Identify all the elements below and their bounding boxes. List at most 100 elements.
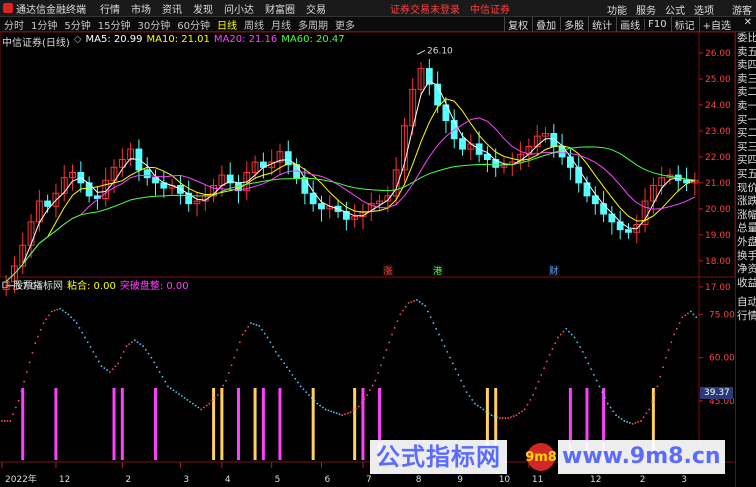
tool-multi-stock[interactable]: 多股 [560,17,587,32]
sidebar-bid-ratio[interactable]: 委比 [736,32,756,46]
indicator-dot [59,307,61,310]
indicator-dot [172,389,175,392]
sidebar-turnover[interactable]: 换手 [736,250,756,264]
indicator-dot [122,350,125,353]
indicator-dot [407,301,410,304]
period-1min[interactable]: 1分钟 [31,17,57,32]
chart-canvas[interactable]: 26.00 25.00 24.00 23.00 22.00 21.00 20.00 19.00… [0,32,735,487]
tool-overlay[interactable]: 叠加 [532,17,559,32]
price-tick-label: 25.00 [705,75,731,85]
indicator-dot [274,350,277,353]
signal-bar [253,388,257,460]
ma10-label: MA10: 21.01 [146,34,210,45]
menu-function[interactable]: 功能 [607,2,627,17]
sidebar-net-assets[interactable]: 净资 [736,263,756,277]
period-30min[interactable]: 30分钟 [137,17,170,32]
candle-body [459,138,466,150]
ma60-label: MA60: 20.47 [281,34,345,45]
tool-f10[interactable]: F10 [644,19,669,30]
sidebar-change-pct[interactable]: 涨幅 [736,209,756,223]
sidebar-auto[interactable]: 自动 [736,296,756,310]
indicator-dot [261,328,263,331]
price-tick-label: 21.00 [705,179,731,189]
sidebar-outer[interactable]: 外盘 [736,236,756,250]
menu-discover[interactable]: 发现 [193,1,213,16]
menu-market[interactable]: 市场 [131,1,151,16]
indicator-name[interactable]: 股票指标网 [13,277,63,292]
menu-guest[interactable]: 游客 [732,2,752,17]
period-multi[interactable]: 多周期 [298,17,328,32]
menu-service[interactable]: 服务 [636,2,656,17]
menu-trade[interactable]: 交易 [306,1,326,16]
menu-wealth[interactable]: 财富圈 [265,1,295,16]
broker-link[interactable]: 中信证券 [470,1,510,16]
quote-sidebar: 委比 卖五 卖四 卖三 卖二 卖一 买一 买二 买三 买四 买五 现价 涨跌 涨… [735,32,756,487]
indicator-dot [81,331,84,334]
sidebar-eps[interactable]: 收益 [736,277,756,291]
indicator-dot [446,350,449,353]
indicator-dot [233,356,236,359]
sidebar-ask5[interactable]: 卖五 [736,46,756,60]
indicator-dot [34,342,37,345]
sidebar-bid1[interactable]: 买一 [736,114,756,128]
price-tick-label: 22.00 [705,153,731,163]
menu-options[interactable]: 选项 [694,2,714,17]
menu-news[interactable]: 资讯 [162,1,182,16]
period-15min[interactable]: 15分钟 [98,17,131,32]
menu-ask[interactable]: 问小达 [224,1,254,16]
indicator-dot [48,314,50,317]
sidebar-ask2[interactable]: 卖二 [736,86,756,100]
sidebar-bid4[interactable]: 买四 [736,154,756,168]
menu-market-quote[interactable]: 行情 [100,1,120,16]
candle-body [434,83,442,106]
sidebar-bid2[interactable]: 买二 [736,127,756,141]
period-month[interactable]: 月线 [271,17,291,32]
tool-statistics[interactable]: 统计 [588,17,615,32]
sidebar-change[interactable]: 涨跌 [736,195,756,209]
indicator-dot [393,326,396,329]
indicator-dot [14,406,17,409]
indicator-dot [366,394,368,396]
menu-formula[interactable]: 公式 [665,2,685,17]
period-week[interactable]: 周线 [244,17,264,32]
indicator-toggle-icon[interactable] [2,281,8,288]
indicator-dot [667,349,670,351]
period-60min[interactable]: 60分钟 [177,17,210,32]
indicator-dot [377,372,380,374]
indicator-dot [244,329,247,332]
chart-tools: 复权 叠加 多股 统计 画线 F10 标记 +自选 [503,17,734,32]
sidebar-ask3[interactable]: 卖三 [736,73,756,87]
indicator-dot [144,349,147,351]
sidebar-volume[interactable]: 总量 [736,222,756,236]
period-more[interactable]: 更多 [335,17,355,32]
indicator-dot [17,399,20,402]
price-tick-label: 18.00 [705,257,731,267]
tool-adjust[interactable]: 复权 [504,17,531,32]
sidebar-price[interactable]: 现价 [736,182,756,196]
sidebar-bid5[interactable]: 买五 [736,168,756,182]
indicator-dot [28,361,31,364]
time-tick-label: 2022年 [5,473,37,485]
indicator-dot [263,332,266,335]
sidebar-ask4[interactable]: 卖四 [736,59,756,73]
indicator-dot [612,410,615,413]
tool-add-watchlist[interactable]: +自选 [698,17,734,32]
indicator-dot [97,360,100,363]
indicator-dot [108,371,111,373]
legend-toggle-icon[interactable]: ◇ [74,34,82,49]
period-5min[interactable]: 5分钟 [64,17,90,32]
close-icon[interactable]: ✕ [744,17,752,28]
trade-login-link[interactable]: 证券交易未登录 [390,1,460,16]
sidebar-ask1[interactable]: 卖一 [736,100,756,114]
tool-draw[interactable]: 画线 [616,17,643,32]
sidebar-bid3[interactable]: 买三 [736,141,756,155]
indicator-dot [155,366,158,369]
indicator-dot [117,362,120,365]
watermark: 公式指标网 9m8 www.9m8.cn [370,437,735,477]
indicator-dot [548,353,551,356]
tool-mark[interactable]: 标记 [670,17,698,32]
period-tick[interactable]: 分时 [4,17,24,32]
period-day[interactable]: 日线 [217,17,237,32]
sidebar-quote[interactable]: 行情 [736,310,756,324]
indicator-dot [385,349,388,351]
